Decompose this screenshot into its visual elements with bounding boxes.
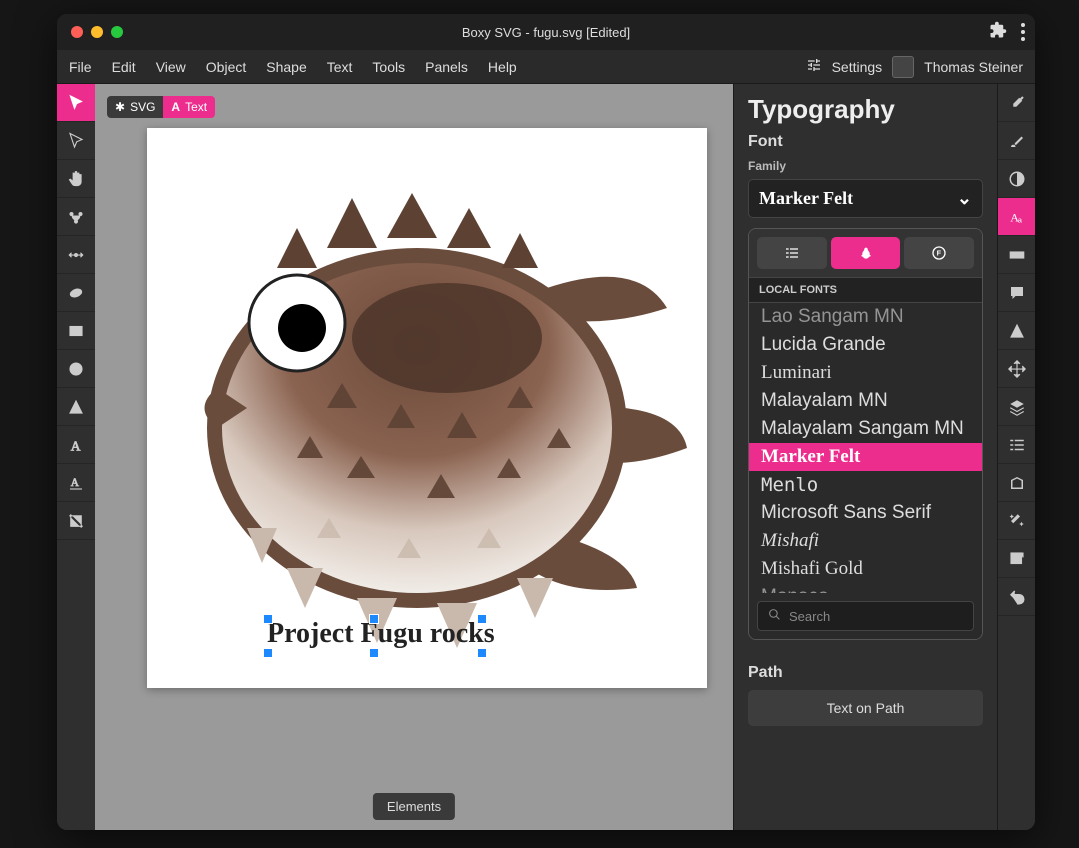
menu-help[interactable]: Help <box>488 59 517 75</box>
font-tab-local[interactable] <box>831 237 901 269</box>
menu-view[interactable]: View <box>156 59 186 75</box>
font-item[interactable]: Luminari <box>749 359 982 387</box>
font-family-select[interactable]: Marker Felt ⌄ <box>748 179 983 218</box>
minimize-button[interactable] <box>91 26 103 38</box>
font-item[interactable]: Lucida Grande <box>749 331 982 359</box>
eyedropper-panel[interactable] <box>998 84 1035 122</box>
font-item-selected[interactable]: Marker Felt <box>749 443 982 471</box>
font-search-input[interactable]: Search <box>757 601 974 631</box>
panel-title: Typography <box>748 94 983 125</box>
selection-handle[interactable] <box>477 648 487 658</box>
path-tool[interactable] <box>57 198 95 236</box>
more-menu-icon[interactable] <box>1021 23 1025 41</box>
text-tool[interactable]: A <box>57 426 95 464</box>
font-item[interactable]: Malayalam Sangam MN <box>749 415 982 443</box>
section-font-heading: Font <box>748 133 983 151</box>
typography-panel: Typography Font Family Marker Felt ⌄ F L… <box>733 84 997 830</box>
menubar: File Edit View Object Shape Text Tools P… <box>57 50 1035 84</box>
layers-panel[interactable] <box>998 388 1035 426</box>
font-list[interactable]: Lao Sangam MN Lucida Grande Luminari Mal… <box>749 303 982 593</box>
crop-tool[interactable] <box>57 502 95 540</box>
selection-handle[interactable] <box>369 614 379 624</box>
library-panel[interactable] <box>998 464 1035 502</box>
svg-text:F: F <box>937 249 942 258</box>
undo-panel[interactable] <box>998 578 1035 616</box>
typography-panel-button[interactable]: Aa <box>998 198 1035 236</box>
svg-text:A: A <box>71 477 80 489</box>
chevron-down-icon: ⌄ <box>957 188 972 209</box>
close-button[interactable] <box>71 26 83 38</box>
settings-label[interactable]: Settings <box>832 59 883 75</box>
breadcrumb-svg[interactable]: ✱ SVG <box>107 96 163 118</box>
hand-tool[interactable] <box>57 160 95 198</box>
titlebar: Boxy SVG - fugu.svg [Edited] <box>57 14 1035 50</box>
selection-handle[interactable] <box>477 614 487 624</box>
font-item[interactable]: Lao Sangam MN <box>749 303 982 331</box>
ruler-panel[interactable] <box>998 236 1035 274</box>
font-item[interactable]: Mishafi <box>749 527 982 555</box>
geometry-panel[interactable] <box>998 312 1035 350</box>
text-on-path-button[interactable]: Text on Path <box>748 690 983 726</box>
contrast-panel[interactable] <box>998 160 1035 198</box>
font-tab-google[interactable]: F <box>904 237 974 269</box>
font-item[interactable]: Microsoft Sans Serif <box>749 499 982 527</box>
selection-breadcrumb: ✱ SVG A Text <box>107 96 215 118</box>
textpath-tool[interactable]: A <box>57 464 95 502</box>
selection-handle[interactable] <box>369 648 379 658</box>
list-panel[interactable] <box>998 426 1035 464</box>
right-sidebar: Aa <box>997 84 1035 830</box>
window-controls <box>57 26 123 38</box>
maximize-button[interactable] <box>111 26 123 38</box>
section-path-heading: Path <box>748 664 983 682</box>
canvas-viewport[interactable]: ✱ SVG A Text <box>95 84 733 830</box>
user-name[interactable]: Thomas Steiner <box>924 59 1023 75</box>
rectangle-tool[interactable] <box>57 312 95 350</box>
elements-tab[interactable]: Elements <box>373 793 455 820</box>
left-toolbar: A A <box>57 84 95 830</box>
transform-panel[interactable] <box>998 350 1035 388</box>
fugu-illustration <box>147 128 707 688</box>
menu-file[interactable]: File <box>69 59 92 75</box>
font-list-header: LOCAL FONTS <box>749 277 982 303</box>
triangle-tool[interactable] <box>57 388 95 426</box>
menu-panels[interactable]: Panels <box>425 59 468 75</box>
pen-tool[interactable] <box>57 236 95 274</box>
ellipse-blob-tool[interactable] <box>57 274 95 312</box>
font-item[interactable]: Malayalam MN <box>749 387 982 415</box>
settings-icon[interactable] <box>806 57 822 76</box>
menu-object[interactable]: Object <box>206 59 246 75</box>
user-avatar[interactable] <box>892 56 914 78</box>
window-title: Boxy SVG - fugu.svg [Edited] <box>57 25 1035 40</box>
extension-icon[interactable] <box>989 21 1007 44</box>
export-panel[interactable] <box>998 540 1035 578</box>
breadcrumb-text[interactable]: A Text <box>163 96 215 118</box>
magic-panel[interactable] <box>998 502 1035 540</box>
font-item[interactable]: Mishafi Gold <box>749 555 982 583</box>
svg-text:a: a <box>1018 215 1023 224</box>
font-picker-popup: F LOCAL FONTS Lao Sangam MN Lucida Grand… <box>748 228 983 640</box>
menu-shape[interactable]: Shape <box>266 59 306 75</box>
menu-text[interactable]: Text <box>327 59 353 75</box>
svg-text:A: A <box>71 438 81 453</box>
search-icon <box>768 608 781 624</box>
menu-edit[interactable]: Edit <box>112 59 136 75</box>
canvas-text-object[interactable]: Project Fugu rocks <box>267 618 495 650</box>
menu-tools[interactable]: Tools <box>372 59 405 75</box>
family-label: Family <box>748 159 983 173</box>
font-item[interactable]: Menlo <box>749 471 982 499</box>
selection-handle[interactable] <box>263 614 273 624</box>
select-tool[interactable] <box>57 84 95 122</box>
direct-select-tool[interactable] <box>57 122 95 160</box>
asterisk-icon: ✱ <box>115 100 125 114</box>
brush-panel[interactable] <box>998 122 1035 160</box>
selection-handle[interactable] <box>263 648 273 658</box>
comment-panel[interactable] <box>998 274 1035 312</box>
artboard[interactable]: Project Fugu rocks <box>147 128 707 688</box>
ellipse-tool[interactable] <box>57 350 95 388</box>
text-a-icon: A <box>171 100 180 114</box>
font-tab-list[interactable] <box>757 237 827 269</box>
font-item[interactable]: Monaco <box>749 583 982 593</box>
main-area: A A ✱ SVG A Text <box>57 84 1035 830</box>
app-window: Boxy SVG - fugu.svg [Edited] File Edit V… <box>57 14 1035 830</box>
